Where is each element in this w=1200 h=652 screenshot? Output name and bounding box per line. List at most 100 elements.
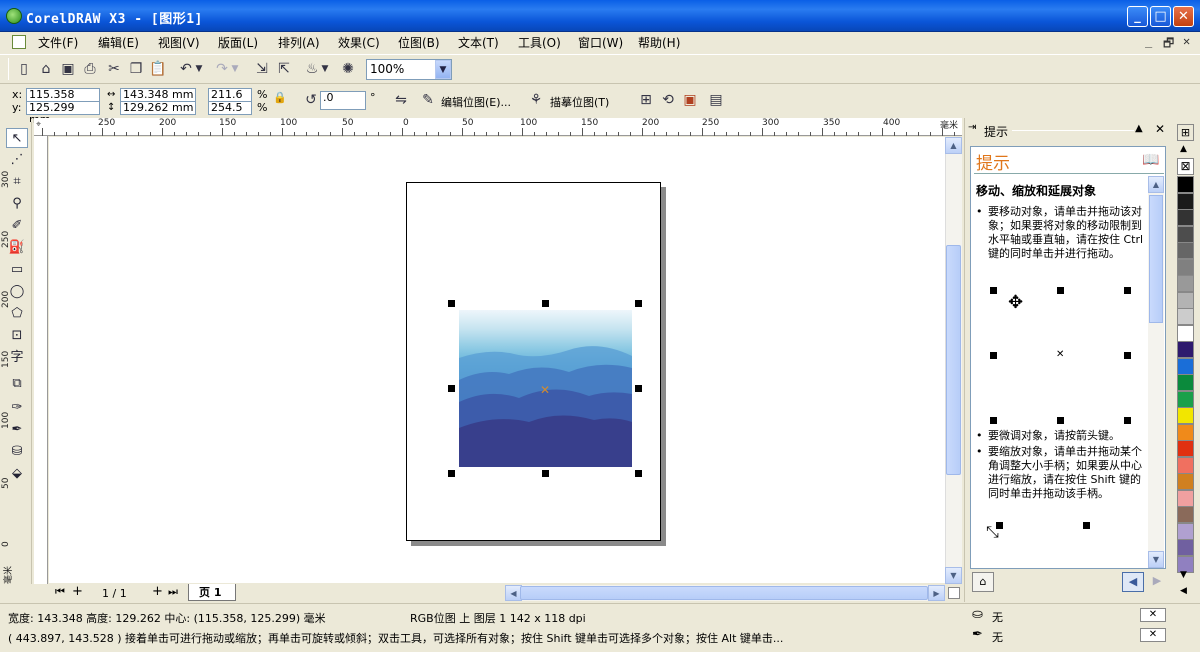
launcher-dropdown-icon[interactable]: ▼ bbox=[320, 59, 330, 79]
crop-bitmap-icon[interactable]: ⊞ bbox=[636, 90, 656, 110]
palette-expand-icon[interactable]: ◀ bbox=[1180, 586, 1187, 596]
palette-scroll-up-icon[interactable]: ▲ bbox=[1180, 144, 1187, 154]
color-swatch[interactable] bbox=[1177, 275, 1194, 292]
menu-edit[interactable]: 编辑(E) bbox=[98, 34, 139, 51]
docker-collapse-icon[interactable]: ⇥ bbox=[968, 122, 976, 133]
fill-none-icon[interactable]: ✕ bbox=[1140, 608, 1166, 622]
color-swatch[interactable] bbox=[1177, 506, 1194, 523]
resize-handle-s[interactable] bbox=[542, 470, 549, 477]
redo-icon[interactable]: ↷ bbox=[212, 59, 232, 79]
view-navigator-button[interactable] bbox=[948, 587, 960, 599]
redo-dropdown-icon[interactable]: ▼ bbox=[230, 59, 240, 79]
resample-icon[interactable]: ⟲ bbox=[658, 90, 678, 110]
outline-none-icon[interactable]: ✕ bbox=[1140, 628, 1166, 642]
book-icon[interactable]: 📖 bbox=[1142, 152, 1159, 168]
open-icon[interactable]: ⌂ bbox=[36, 59, 56, 79]
palette-scroll-down-icon[interactable]: ▼ bbox=[1180, 570, 1187, 580]
shape-tool-icon[interactable]: ⋰ bbox=[6, 150, 28, 170]
y-position-field[interactable]: 125.299 mm bbox=[26, 101, 100, 126]
menu-view[interactable]: 视图(V) bbox=[158, 34, 200, 51]
corel-online-icon[interactable]: ✺ bbox=[338, 59, 358, 79]
color-swatch[interactable] bbox=[1177, 374, 1194, 391]
hint-scroll-thumb[interactable] bbox=[1149, 195, 1163, 323]
wrap-text-icon[interactable]: ▤ bbox=[706, 90, 726, 110]
lock-ratio-icon[interactable]: 🔒 bbox=[270, 88, 290, 108]
color-swatch[interactable] bbox=[1177, 225, 1194, 243]
menu-help[interactable]: 帮助(H) bbox=[638, 34, 680, 51]
color-swatch[interactable] bbox=[1177, 440, 1194, 457]
no-color-swatch[interactable]: ⊠ bbox=[1177, 158, 1194, 175]
last-page-icon[interactable]: ⏭ bbox=[168, 585, 178, 599]
menu-effects[interactable]: 效果(C) bbox=[338, 34, 380, 51]
mdi-minimize-button[interactable]: _ bbox=[1145, 34, 1152, 48]
zoom-dropdown-icon[interactable]: ▼ bbox=[435, 60, 451, 79]
application-launcher-icon[interactable]: ♨ bbox=[302, 59, 322, 79]
resize-handle-sw[interactable] bbox=[448, 470, 455, 477]
docker-minimize-icon[interactable]: ▲ bbox=[1135, 123, 1143, 134]
hint-scroll-down-button[interactable]: ▼ bbox=[1148, 551, 1164, 568]
scroll-right-button[interactable]: ▶ bbox=[928, 585, 945, 601]
color-swatch[interactable] bbox=[1177, 192, 1194, 210]
maximize-button[interactable]: □ bbox=[1150, 6, 1171, 27]
color-swatch[interactable] bbox=[1177, 341, 1194, 358]
scroll-up-button[interactable]: ▲ bbox=[945, 137, 962, 154]
object-height-field[interactable]: 129.262 mm bbox=[120, 101, 196, 115]
menu-window[interactable]: 窗口(W) bbox=[578, 34, 623, 51]
color-swatch[interactable] bbox=[1177, 522, 1194, 540]
color-swatch[interactable] bbox=[1177, 390, 1194, 408]
color-swatch[interactable] bbox=[1177, 489, 1194, 507]
hint-home-button[interactable]: ⌂ bbox=[972, 572, 994, 592]
edit-bitmap-button[interactable]: 编辑位图(E)... bbox=[441, 94, 511, 110]
mdi-restore-button[interactable]: 🗗 bbox=[1163, 34, 1174, 55]
color-swatch[interactable] bbox=[1177, 357, 1194, 375]
menu-file[interactable]: 文件(F) bbox=[38, 34, 78, 51]
object-width-field[interactable]: 143.348 mm bbox=[120, 88, 196, 102]
document-icon[interactable] bbox=[12, 35, 26, 49]
import-icon[interactable]: ⇲ bbox=[252, 59, 272, 79]
rotation-angle-field[interactable]: .0 bbox=[320, 91, 366, 110]
bitmap-color-mask-icon[interactable]: ▣ bbox=[680, 90, 700, 110]
coreldraw-app-icon[interactable] bbox=[6, 8, 22, 24]
rectangle-tool-icon[interactable]: ▭ bbox=[6, 260, 28, 280]
resize-handle-ne[interactable] bbox=[635, 300, 642, 307]
new-icon[interactable]: ▯ bbox=[14, 59, 34, 79]
menu-layout[interactable]: 版面(L) bbox=[218, 34, 258, 51]
hint-forward-button[interactable]: ▶ bbox=[1146, 572, 1168, 592]
resize-handle-e[interactable] bbox=[635, 385, 642, 392]
paste-icon[interactable]: 📋 bbox=[148, 59, 168, 79]
add-page-after-icon[interactable]: + bbox=[152, 584, 163, 599]
hint-scroll-up-button[interactable]: ▲ bbox=[1148, 176, 1164, 193]
print-icon[interactable]: ⎙ bbox=[80, 59, 100, 79]
color-swatch[interactable] bbox=[1177, 176, 1194, 193]
x-position-field[interactable]: 115.358 mm bbox=[26, 88, 100, 113]
resize-handle-n[interactable] bbox=[542, 300, 549, 307]
zoom-tool-icon[interactable]: ⚲ bbox=[6, 194, 28, 214]
edit-bitmap-icon[interactable]: ✎ bbox=[418, 90, 438, 110]
color-swatch[interactable] bbox=[1177, 242, 1194, 259]
docker-close-icon[interactable]: ✕ bbox=[1155, 122, 1165, 136]
add-page-before-icon[interactable]: + bbox=[72, 584, 83, 599]
color-swatch[interactable] bbox=[1177, 209, 1194, 226]
export-icon[interactable]: ⇱ bbox=[274, 59, 294, 79]
horizontal-scroll-thumb[interactable] bbox=[520, 586, 928, 600]
undo-icon[interactable]: ↶ bbox=[176, 59, 196, 79]
resize-handle-se[interactable] bbox=[635, 470, 642, 477]
cut-icon[interactable]: ✂ bbox=[104, 59, 124, 79]
color-swatch[interactable] bbox=[1177, 258, 1194, 276]
menu-arrange[interactable]: 排列(A) bbox=[278, 34, 320, 51]
vertical-scroll-thumb[interactable] bbox=[946, 245, 961, 475]
menu-tools[interactable]: 工具(O) bbox=[518, 34, 561, 51]
color-swatch[interactable] bbox=[1177, 456, 1194, 474]
minimize-button[interactable]: _ bbox=[1127, 6, 1148, 27]
center-marker-icon[interactable]: ✕ bbox=[540, 383, 550, 397]
menu-text[interactable]: 文本(T) bbox=[458, 34, 499, 51]
save-icon[interactable]: ▣ bbox=[58, 59, 78, 79]
resize-handle-nw[interactable] bbox=[448, 300, 455, 307]
palette-options-icon[interactable]: ⊞ bbox=[1177, 124, 1194, 141]
mdi-close-button[interactable]: ✕ bbox=[1183, 34, 1190, 48]
hint-back-button[interactable]: ◀ bbox=[1122, 572, 1144, 592]
color-swatch[interactable] bbox=[1177, 291, 1194, 309]
color-swatch[interactable] bbox=[1177, 308, 1194, 325]
color-swatch[interactable] bbox=[1177, 407, 1194, 424]
trace-bitmap-icon[interactable]: ⚘ bbox=[526, 90, 546, 110]
